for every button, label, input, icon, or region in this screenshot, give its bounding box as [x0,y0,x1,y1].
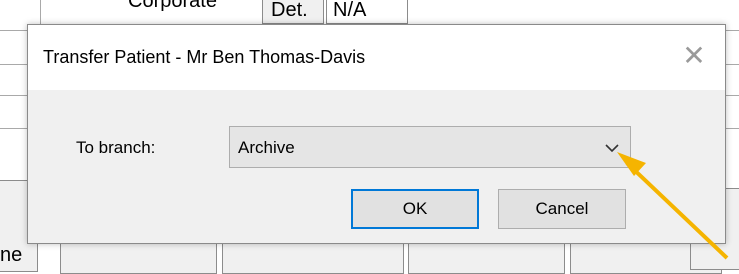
bg-left-fragment: ne [0,244,23,266]
branch-select[interactable]: Archive [229,126,631,168]
bg-grid-line [725,64,739,65]
cancel-button[interactable]: Cancel [498,189,626,229]
bg-bottom-cell [408,242,565,274]
transfer-patient-dialog: Transfer Patient - Mr Ben Thomas-Davis ✕… [27,24,726,244]
close-icon[interactable]: ✕ [677,39,711,73]
chevron-down-icon[interactable] [602,138,622,158]
bg-grid-line [725,95,739,96]
dialog-title: Transfer Patient - Mr Ben Thomas-Davis [43,47,366,67]
branch-select-value: Archive [238,138,295,157]
bg-grid-line [725,30,739,31]
bg-bottom-cell [60,242,217,274]
bg-top-field-na-value: N/A [333,0,367,21]
bg-top-field-na: N/A [326,0,408,24]
bg-top-button-det[interactable]: Det. [262,0,324,24]
dialog-titlebar[interactable]: Transfer Patient - Mr Ben Thomas-Davis ✕ [28,25,725,90]
bg-grid-line [725,128,739,129]
ok-button[interactable]: OK [351,189,479,229]
bg-top-label-corporate: Corporate [128,0,217,12]
to-branch-label: To branch: [76,138,156,157]
bg-bottom-cell [222,242,404,274]
bg-top-button-det-label: Det. [271,0,308,21]
